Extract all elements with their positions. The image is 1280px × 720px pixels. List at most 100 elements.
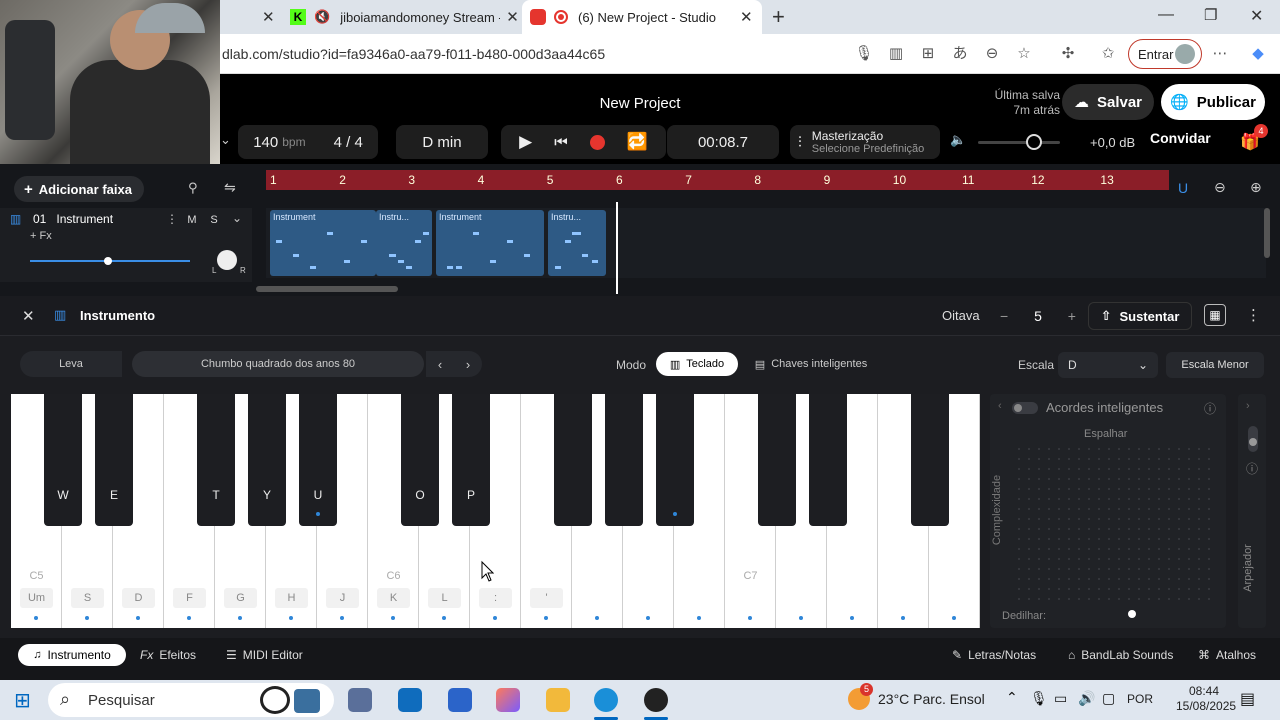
copilot-app-icon[interactable] [496, 688, 520, 712]
file-explorer-icon[interactable] [546, 688, 570, 712]
arpeggiator-toggle[interactable] [1248, 426, 1258, 452]
copilot-icon[interactable]: ◆ [1248, 44, 1268, 64]
timeline-ruler[interactable]: 1 2 3 4 5 6 7 8 9 10 11 12 13 [266, 170, 1169, 190]
shortcuts-button[interactable]: ⌘ Atalhos [1198, 644, 1256, 666]
mute-button[interactable]: M [182, 212, 202, 228]
chevron-down-icon[interactable]: ⌄ [232, 211, 242, 225]
zoom-out-icon[interactable]: ⊖ [1214, 179, 1226, 196]
edge-icon[interactable] [594, 688, 618, 712]
close-window-icon[interactable]: ✕ [1250, 6, 1263, 26]
more-vertical-icon[interactable]: ⋮ [1246, 306, 1261, 324]
volume-slider-handle[interactable] [1026, 134, 1042, 150]
strum-slider-handle[interactable] [1128, 610, 1136, 618]
track-lane[interactable]: Instrument Instru... Instrument Instru... [266, 208, 1266, 278]
store-icon[interactable] [448, 688, 472, 712]
plus-icon[interactable]: + [1068, 308, 1076, 324]
muted-speaker-icon[interactable]: 🔇 [314, 9, 330, 25]
record-icon[interactable] [589, 134, 605, 150]
black-key[interactable]: P [452, 394, 490, 526]
chevron-down-icon[interactable]: ⌄ [220, 132, 231, 148]
project-title[interactable]: New Project [560, 95, 720, 112]
notifications-icon[interactable]: ▤ [1240, 689, 1255, 709]
black-key[interactable] [758, 394, 796, 526]
leva-button[interactable]: Leva [20, 351, 122, 377]
restore-icon[interactable]: ❐ [1204, 6, 1217, 24]
bandlab-app-icon[interactable] [644, 688, 668, 712]
tab-instrument[interactable]: ♫ Instrumento [18, 644, 126, 666]
microphone-icon[interactable]: 🎙 [854, 44, 874, 64]
bandlab-sounds-button[interactable]: ⌂ BandLab Sounds [1068, 644, 1173, 666]
mode-smart-keys-button[interactable]: ▤ Chaves inteligentes [746, 352, 876, 376]
save-button[interactable]: ☁ Salvar [1062, 84, 1154, 120]
black-key[interactable] [605, 394, 643, 526]
tuning-fork-icon[interactable]: ⚲ [188, 180, 198, 196]
black-key[interactable]: Y [248, 394, 286, 526]
add-track-button[interactable]: + Adicionar faixa [14, 176, 144, 202]
black-key[interactable]: W [44, 394, 82, 526]
apps-icon[interactable]: ⊞ [918, 44, 938, 64]
weather-text[interactable]: 23°C Parc. Ensol [878, 691, 985, 707]
chevron-right-icon[interactable]: › [1246, 400, 1250, 412]
close-tab-icon[interactable]: ✕ [262, 8, 275, 26]
reading-mode-icon[interactable]: ▥ [886, 44, 906, 64]
tempo-control[interactable]: 140 bpm 4 / 4 [238, 125, 378, 159]
midi-clip[interactable]: Instru... [376, 210, 432, 276]
play-icon[interactable]: ▶ [519, 132, 532, 152]
more-menu-icon[interactable]: ⋯ [1210, 44, 1230, 64]
black-key[interactable]: E [95, 394, 133, 526]
rewind-icon[interactable]: ⏮ [554, 134, 568, 151]
extensions-icon[interactable]: ✣ [1058, 44, 1078, 64]
lyrics-notes-button[interactable]: ✎ Letras/Notas [952, 644, 1036, 666]
minus-icon[interactable]: − [1000, 308, 1008, 324]
translate-icon[interactable]: あ [950, 44, 970, 64]
smart-chords-toggle[interactable] [1012, 402, 1038, 414]
publish-button[interactable]: 🌐 Publicar [1161, 84, 1265, 120]
chevron-up-icon[interactable]: ⌃ [1006, 689, 1018, 706]
favorites-icon[interactable]: ✩ [1098, 44, 1118, 64]
chevron-left-icon[interactable]: ‹ [998, 400, 1002, 412]
add-fx-button[interactable]: + Fx [30, 230, 52, 242]
zoom-out-icon[interactable]: ⊖ [982, 44, 1002, 64]
vertical-scrollbar[interactable] [1264, 208, 1270, 258]
black-key[interactable]: T [197, 394, 235, 526]
mode-keyboard-button[interactable]: ▥ Teclado [656, 352, 738, 376]
browser-tab-studio[interactable]: (6) New Project - Studio ✕ [522, 0, 762, 34]
scale-root-select[interactable]: D ⌄ [1058, 352, 1158, 378]
preset-selector[interactable]: Chumbo quadrado dos anos 80 [132, 351, 424, 377]
close-tab-icon[interactable]: ✕ [740, 8, 753, 26]
favorite-star-icon[interactable]: ☆ [1014, 44, 1034, 64]
invite-button[interactable]: Convidar [1150, 130, 1211, 146]
taskbar-search[interactable]: ⌕ Pesquisar [48, 683, 334, 717]
clock[interactable]: 08:44 15/08/2025 [1176, 684, 1236, 714]
track-header[interactable]: ▥ 01 Instrument + Fx ⋮ M S ⌄ L R [0, 208, 252, 282]
pan-knob[interactable] [217, 250, 237, 270]
midi-clip[interactable]: Instrument [270, 210, 376, 276]
playhead[interactable] [616, 202, 618, 294]
tab-midi-editor[interactable]: ☰ MIDI Editor [226, 644, 303, 666]
black-key[interactable]: U [299, 394, 337, 526]
automation-icon[interactable]: ⇋ [224, 179, 236, 196]
minimize-icon[interactable]: — [1158, 6, 1174, 24]
black-key[interactable] [809, 394, 847, 526]
gift-icon[interactable]: 🎁 4 [1240, 124, 1268, 154]
new-tab-icon[interactable]: + [772, 4, 785, 30]
magnet-icon[interactable]: U [1178, 180, 1188, 196]
close-tab-icon[interactable]: ✕ [506, 8, 519, 26]
task-view-icon[interactable] [348, 688, 372, 712]
mastering-button[interactable]: ⫶ Masterização Selecione Predefinição [790, 125, 940, 159]
horizontal-scrollbar[interactable] [256, 286, 398, 292]
master-volume[interactable]: 🔈 [950, 132, 1070, 150]
chevron-left-icon[interactable]: ‹ [438, 357, 442, 372]
display-icon[interactable]: ▢ [1102, 690, 1115, 707]
complexity-grid[interactable] [1014, 444, 1214, 604]
language-indicator[interactable]: POR [1127, 692, 1153, 706]
tab-effects[interactable]: Fx Efeitos [140, 644, 196, 666]
info-icon[interactable]: ⓘ [1246, 460, 1258, 477]
speaker-icon[interactable]: 🔈 [950, 132, 966, 148]
outlook-icon[interactable] [398, 688, 422, 712]
sustain-button[interactable]: ⇧ Sustentar [1088, 302, 1192, 330]
midi-clip[interactable]: Instrument [436, 210, 544, 276]
solo-button[interactable]: S [204, 212, 224, 228]
browser-tab-stream[interactable]: K 🔇 jiboiamandomoney Stream - ✕ [280, 0, 522, 34]
key-selector[interactable]: D min [396, 125, 488, 159]
